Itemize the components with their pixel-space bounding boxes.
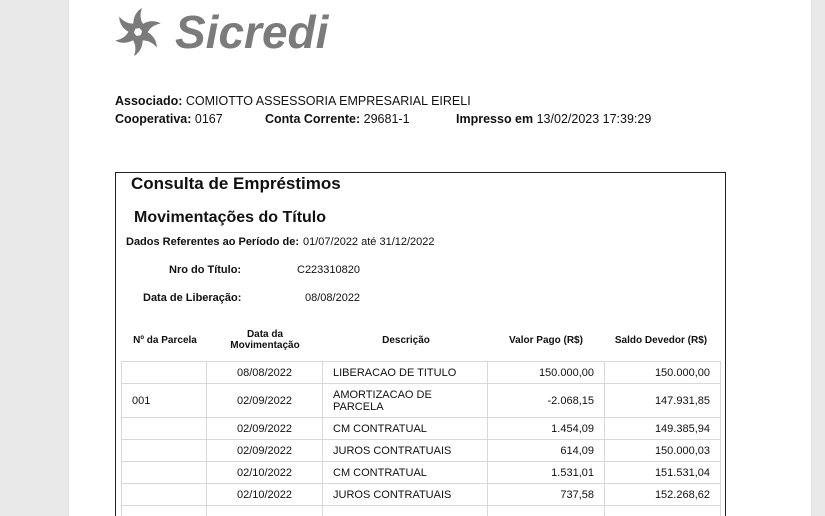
cell-parcela — [121, 417, 207, 440]
sicredi-logo: Sicredi — [113, 4, 328, 60]
cell-data: 02/09/2022 — [206, 417, 323, 440]
cell-saldo: 150.000,03 — [604, 439, 721, 462]
conta-value: 29681-1 — [363, 112, 410, 126]
cell-valor: 150.000,00 — [487, 361, 605, 384]
cell-data: 02/10/2022 — [206, 461, 323, 484]
table-row: 02/09/2022 CM CONTRATUAL 1.454,09 149.38… — [121, 417, 721, 440]
cell-parcela — [121, 483, 207, 506]
report-title: Consulta de Empréstimos — [131, 174, 341, 193]
sicredi-pinwheel-icon — [115, 8, 161, 56]
liberacao-label: Data de Liberação: — [143, 292, 242, 304]
cell-data: 02/10/2022 — [206, 483, 323, 506]
cell-data: 02/09/2022 — [206, 383, 323, 418]
cell-valor: -2.068,15 — [487, 383, 605, 418]
cooperativa-label: Cooperativa: — [115, 112, 192, 126]
cooperativa-value: 0167 — [194, 112, 223, 126]
titulo-value: C223310820 — [297, 264, 361, 276]
report-box: Consulta de Empréstimos Movimentações do… — [115, 172, 726, 516]
col-header-saldo: Saldo Devedor (R$) — [614, 335, 708, 346]
cell-saldo: 152.268,62 — [604, 483, 721, 506]
cell-descricao: JUROS CONTRATUAIS — [322, 483, 488, 506]
cell-data: 02/09/2022 — [206, 439, 323, 462]
col-header-data-line2: Movimentação — [230, 340, 300, 351]
table-row: 001 02/09/2022 AMORTIZACAO DE PARCELA -2… — [121, 383, 721, 418]
periodo-value: 01/07/2022 até 31/12/2022 — [303, 236, 435, 248]
cell-descricao: CM CONTRATUAL — [322, 461, 488, 484]
cell-descricao — [322, 505, 488, 516]
movements-table: 08/08/2022 LIBERACAO DE TITULO 150.000,0… — [121, 361, 721, 516]
cell-data: 08/08/2022 — [206, 361, 323, 384]
document-page: Sicredi Associado: COMIOTTO ASSESSORIA E… — [69, 0, 811, 516]
col-header-descricao: Descrição — [382, 335, 430, 346]
periodo-label: Dados Referentes ao Período de: — [126, 236, 299, 248]
cell-saldo: 151.531,04 — [604, 461, 721, 484]
table-row: 08/08/2022 LIBERACAO DE TITULO 150.000,0… — [121, 361, 721, 384]
report-subtitle: Movimentações do Título — [134, 209, 327, 226]
titulo-label: Nro do Título: — [169, 264, 242, 276]
cell-parcela — [121, 361, 207, 384]
brand-name: Sicredi — [175, 6, 329, 58]
cell-descricao: JUROS CONTRATUAIS — [322, 439, 488, 462]
impresso-label: Impresso em — [456, 112, 534, 126]
table-row: 02/09/2022 JUROS CONTRATUAIS 614,09 150.… — [121, 439, 721, 462]
associado-value: COMIOTTO ASSESSORIA EMPRESARIAL EIRELI — [185, 94, 471, 108]
cell-descricao: AMORTIZACAO DE PARCELA — [322, 383, 488, 418]
impresso-value: 13/02/2023 17:39:29 — [536, 112, 652, 126]
col-header-data-line1: Data da — [246, 329, 284, 340]
cell-parcela — [121, 461, 207, 484]
cell-descricao: CM CONTRATUAL — [322, 417, 488, 440]
cell-valor: 737,58 — [487, 483, 605, 506]
cell-saldo — [604, 505, 721, 516]
cooperativa-line: Cooperativa: 0167 — [115, 112, 223, 126]
cell-parcela — [121, 439, 207, 462]
cell-parcela: 001 — [121, 383, 207, 418]
cell-valor — [487, 505, 605, 516]
table-row: 02/10/2022 CM CONTRATUAL 1.531,01 151.53… — [121, 461, 721, 484]
cell-parcela — [121, 505, 207, 516]
cell-saldo: 147.931,85 — [604, 383, 721, 418]
impresso-line: Impresso em 13/02/2023 17:39:29 — [456, 112, 651, 126]
col-header-parcela: Nº da Parcela — [133, 335, 197, 346]
conta-line: Conta Corrente: 29681-1 — [265, 112, 410, 126]
cell-valor: 1.531,01 — [487, 461, 605, 484]
cell-descricao: LIBERACAO DE TITULO — [322, 361, 488, 384]
cell-saldo: 149.385,94 — [604, 417, 721, 440]
associado-label: Associado: — [115, 94, 183, 108]
col-header-valor: Valor Pago (R$) — [509, 335, 583, 346]
cell-valor: 614,09 — [487, 439, 605, 462]
associado-line: Associado: COMIOTTO ASSESSORIA EMPRESARI… — [115, 94, 471, 108]
table-row — [121, 505, 721, 516]
cell-saldo: 150.000,00 — [604, 361, 721, 384]
col-header-data: Data da Movimentação — [210, 329, 320, 351]
cell-valor: 1.454,09 — [487, 417, 605, 440]
table-row: 02/10/2022 JUROS CONTRATUAIS 737,58 152.… — [121, 483, 721, 506]
conta-label: Conta Corrente: — [265, 112, 361, 126]
liberacao-value: 08/08/2022 — [305, 292, 361, 304]
cell-data — [206, 505, 323, 516]
